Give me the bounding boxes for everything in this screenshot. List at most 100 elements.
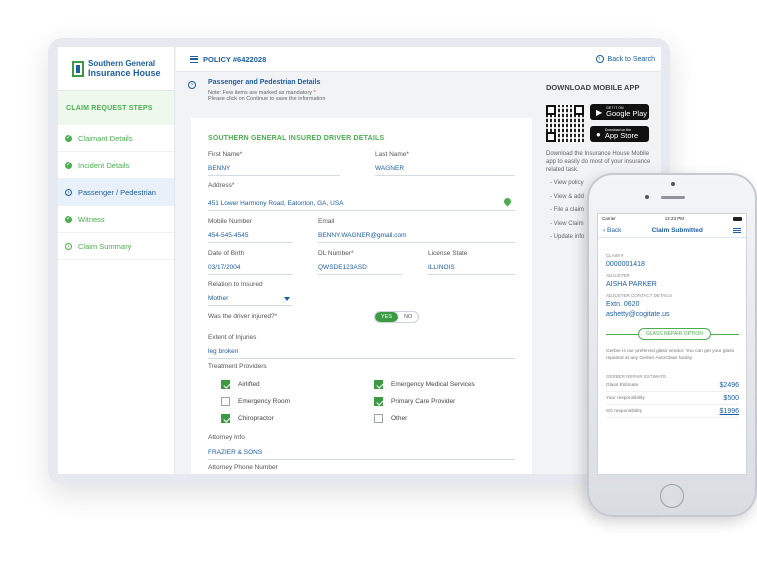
google-play-icon: ▶ (596, 107, 603, 117)
first-name-field[interactable]: BENNY (208, 165, 340, 176)
checkbox-icon[interactable] (374, 414, 383, 423)
google-big-text: Google Play (606, 109, 648, 118)
injured-toggle[interactable]: YES NO (374, 311, 420, 323)
phone-nav: ‹ Back Claim Submitted (598, 223, 746, 238)
download-panel: DOWNLOAD MOBILE APP ▶ GET IT ON Google P… (546, 83, 656, 240)
back-to-search-label: Back to Search (607, 55, 655, 63)
checkbox-other[interactable]: Other (374, 414, 407, 423)
app-store-button[interactable]: ● Download on the App Store (590, 126, 649, 142)
back-to-search-link[interactable]: ‹ Back to Search (595, 55, 655, 63)
checkbox-chiropractor[interactable]: Chiropractor (221, 414, 274, 423)
treatment-label: Treatment Providers (208, 363, 267, 370)
check-circle-icon: ✓ (65, 215, 72, 223)
yes-option[interactable]: YES (375, 312, 399, 322)
attorney-info-field[interactable]: FRAZIER & SONS (208, 449, 515, 460)
checkbox-icon[interactable] (221, 397, 230, 406)
glass-repair-pill[interactable]: GLASS REPAIR OPTION (638, 328, 711, 340)
section-title: Passenger and Pedestrian Details (208, 79, 321, 86)
checkbox-emergency-room[interactable]: Emergency Room (221, 397, 290, 406)
checkbox-label: Emergency Medical Services (391, 381, 475, 388)
feature-item: - View policy (550, 180, 584, 186)
step-label: Claimant Details (78, 133, 133, 143)
step-label: Passenger / Pedestrian (78, 187, 156, 197)
policy-header: POLICY #6422028 (190, 55, 266, 64)
claim-label: CLAIM # (606, 253, 624, 258)
step-passenger-pedestrian[interactable]: › Passenger / Pedestrian (58, 179, 174, 206)
license-state-field[interactable]: ILLINOIS (428, 264, 515, 275)
checkbox-icon[interactable] (221, 380, 230, 389)
phone-device: Carrier 12:23 PM ‹ Back Claim Submitted … (587, 173, 757, 517)
back-arrow-icon: ‹ (595, 55, 604, 63)
apple-big-text: App Store (604, 131, 639, 140)
section-header: › Passenger and Pedestrian Details Note:… (188, 79, 508, 102)
time-text: 12:23 PM (664, 216, 685, 221)
topbar: POLICY #6422028 ‹ Back to Search (176, 47, 661, 72)
row-label: SG responsibility (606, 408, 642, 414)
battery-icon (733, 216, 742, 221)
extent-field[interactable]: leg broken (208, 348, 515, 359)
row-amount: $500 (723, 394, 739, 402)
adjuster-extension[interactable]: Extn. 0620 (606, 301, 739, 308)
feature-item: - Update info (550, 234, 585, 240)
hamburger-icon[interactable] (190, 55, 198, 63)
checkbox-icon[interactable] (374, 380, 383, 389)
email-field[interactable]: BENNY.WAGNER@gmail.com (318, 232, 515, 243)
menu-icon[interactable] (732, 227, 741, 233)
home-button[interactable] (660, 484, 684, 508)
chevron-down-icon[interactable] (284, 297, 290, 301)
step-claim-summary[interactable]: › Claim Summary (58, 233, 174, 260)
checkbox-airlifted[interactable]: Airlifted (221, 380, 260, 389)
adjuster-name: AISHA PARKER (606, 281, 657, 288)
last-name-field[interactable]: WAGNER (375, 165, 515, 176)
phone-body: CLAIM # 0000001418 ADJUSTER AISHA PARKER… (598, 238, 746, 418)
step-claimant-details[interactable]: ✓ Claimant Details (58, 125, 174, 152)
phone-title: Claim Submitted (651, 226, 703, 234)
address-field[interactable]: 451 Lower Harmony Road, Eatonton, GA, US… (208, 200, 515, 211)
checkbox-primary-care[interactable]: Primary Care Provider (374, 397, 455, 406)
sensor-dot (671, 182, 675, 186)
mobile-label: Mobile Number (208, 218, 253, 225)
mobile-field[interactable]: 454-545-4545 (208, 232, 292, 243)
last-name-label: Last Name* (375, 151, 409, 158)
row-amount: $1996 (719, 407, 739, 415)
logo-line2: Insurance House (88, 67, 161, 78)
estimate-row: Glass Estimate $2496 (606, 379, 739, 392)
driver-details-card: SOUTHERN GENERAL INSURED DRIVER DETAILS … (191, 118, 532, 474)
qr-corner (546, 105, 556, 115)
step-incident-details[interactable]: ✓ Incident Details (58, 152, 174, 179)
row-label: Glass Estimate (606, 382, 639, 388)
section-note: Note: Few items are marked as mandatory … (208, 90, 508, 102)
relation-select[interactable]: Mother (208, 295, 292, 306)
download-features: - View policy - View & add - File a clai… (550, 180, 584, 248)
sidebar: Southern General Insurance House CLAIM R… (58, 47, 175, 474)
glass-note: Gerber is our preferred glass vendor. Yo… (606, 349, 734, 361)
steps-title: CLAIM REQUEST STEPS (58, 91, 174, 125)
back-button[interactable]: ‹ Back (603, 227, 621, 234)
logo: Southern General Insurance House (58, 47, 174, 91)
dob-field[interactable]: 03/17/2004 (208, 264, 292, 275)
step-witness[interactable]: ✓ Witness (58, 206, 174, 233)
qr-corner (546, 132, 556, 142)
form-title: SOUTHERN GENERAL INSURED DRIVER DETAILS (208, 135, 385, 142)
dl-field[interactable]: QWSDE123ASD (318, 264, 402, 275)
google-play-button[interactable]: ▶ GET IT ON Google Play (590, 104, 649, 120)
email-label: Email (318, 218, 335, 225)
no-option[interactable]: NO (398, 312, 418, 322)
extent-label: Extent of Injuries (208, 334, 257, 341)
download-description: Download the Insurance House Mobile app … (546, 151, 651, 173)
back-label: Back (606, 226, 622, 234)
attorney-phone-label: Attorney Phone Number (208, 464, 278, 471)
checkbox-ems[interactable]: Emergency Medical Services (374, 380, 475, 389)
check-circle-icon: ✓ (65, 134, 72, 142)
checkbox-icon[interactable] (221, 414, 230, 423)
check-circle-icon: ✓ (65, 161, 72, 169)
license-state-label: License State (428, 250, 468, 257)
qr-code (546, 105, 584, 142)
attorney-info-label: Attorney Info (208, 434, 245, 441)
logo-line1: Southern General (88, 58, 156, 68)
phone-screen: Carrier 12:23 PM ‹ Back Claim Submitted … (597, 213, 747, 475)
adjuster-email[interactable]: ashetty@cogitate.us (606, 311, 739, 318)
step-label: Witness (78, 214, 105, 224)
checkbox-icon[interactable] (374, 397, 383, 406)
glass-divider: GLASS REPAIR OPTION (606, 328, 739, 340)
